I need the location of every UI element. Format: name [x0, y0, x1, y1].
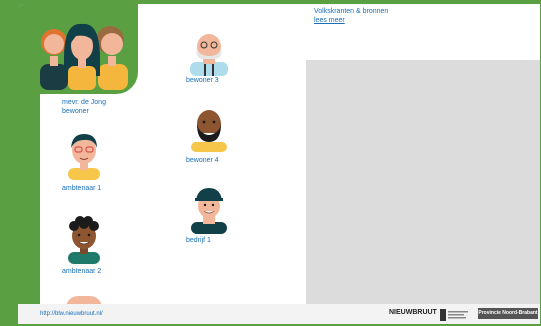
person-mevr-de-jong[interactable]: mevr. de Jong bewoner [62, 92, 132, 122]
bedrijf-1-avatar-icon [191, 188, 227, 234]
people-group-icon [40, 23, 128, 90]
info-panel: Volkskranten & bronnen lees meer [305, 4, 541, 60]
footer-bar: http://blw.nieuwbruut.nl/ NIEUWBRUUT Pro… [18, 304, 541, 324]
info-text: Volkskranten & bronnen [314, 8, 389, 15]
person-label: ambtenaar 2 [62, 268, 102, 275]
provincie-logo: Provincie Noord-Brabant [478, 308, 538, 319]
person-label-role: bewoner [62, 108, 89, 115]
ambtenaar-2-avatar-icon [68, 216, 100, 264]
nieuwbruut-logo: NIEUWBRUUT [389, 309, 437, 316]
bewoner-4-avatar-icon [191, 110, 227, 152]
ministry-logo-icon [440, 308, 470, 326]
person-label: bedrijf 1 [186, 237, 211, 244]
person-ambtenaar-1[interactable]: ambtenaar 1 [62, 130, 122, 194]
person-bewoner-4[interactable]: bewoner 4 [186, 106, 246, 166]
bewoner-3-avatar-icon [190, 34, 228, 76]
ambtenaar-1-avatar-icon [68, 134, 100, 180]
person-label: ambtenaar 1 [62, 185, 102, 192]
person-bedrijf-1[interactable]: bedrijf 1 [186, 186, 246, 246]
read-more-link[interactable]: lees meer [314, 17, 345, 24]
person-label: bewoner 4 [186, 157, 219, 164]
person-label: bewoner 3 [186, 77, 219, 84]
footer-url-link[interactable]: http://blw.nieuwbruut.nl/ [40, 311, 103, 317]
person-ambtenaar-2[interactable]: ambtenaar 2 [62, 214, 122, 278]
app-logo[interactable] [20, 4, 138, 94]
person-label-name: mevr. de Jong [62, 99, 106, 106]
partial-avatar [66, 296, 102, 304]
person-bewoner-3[interactable]: bewoner 3 [186, 32, 246, 90]
